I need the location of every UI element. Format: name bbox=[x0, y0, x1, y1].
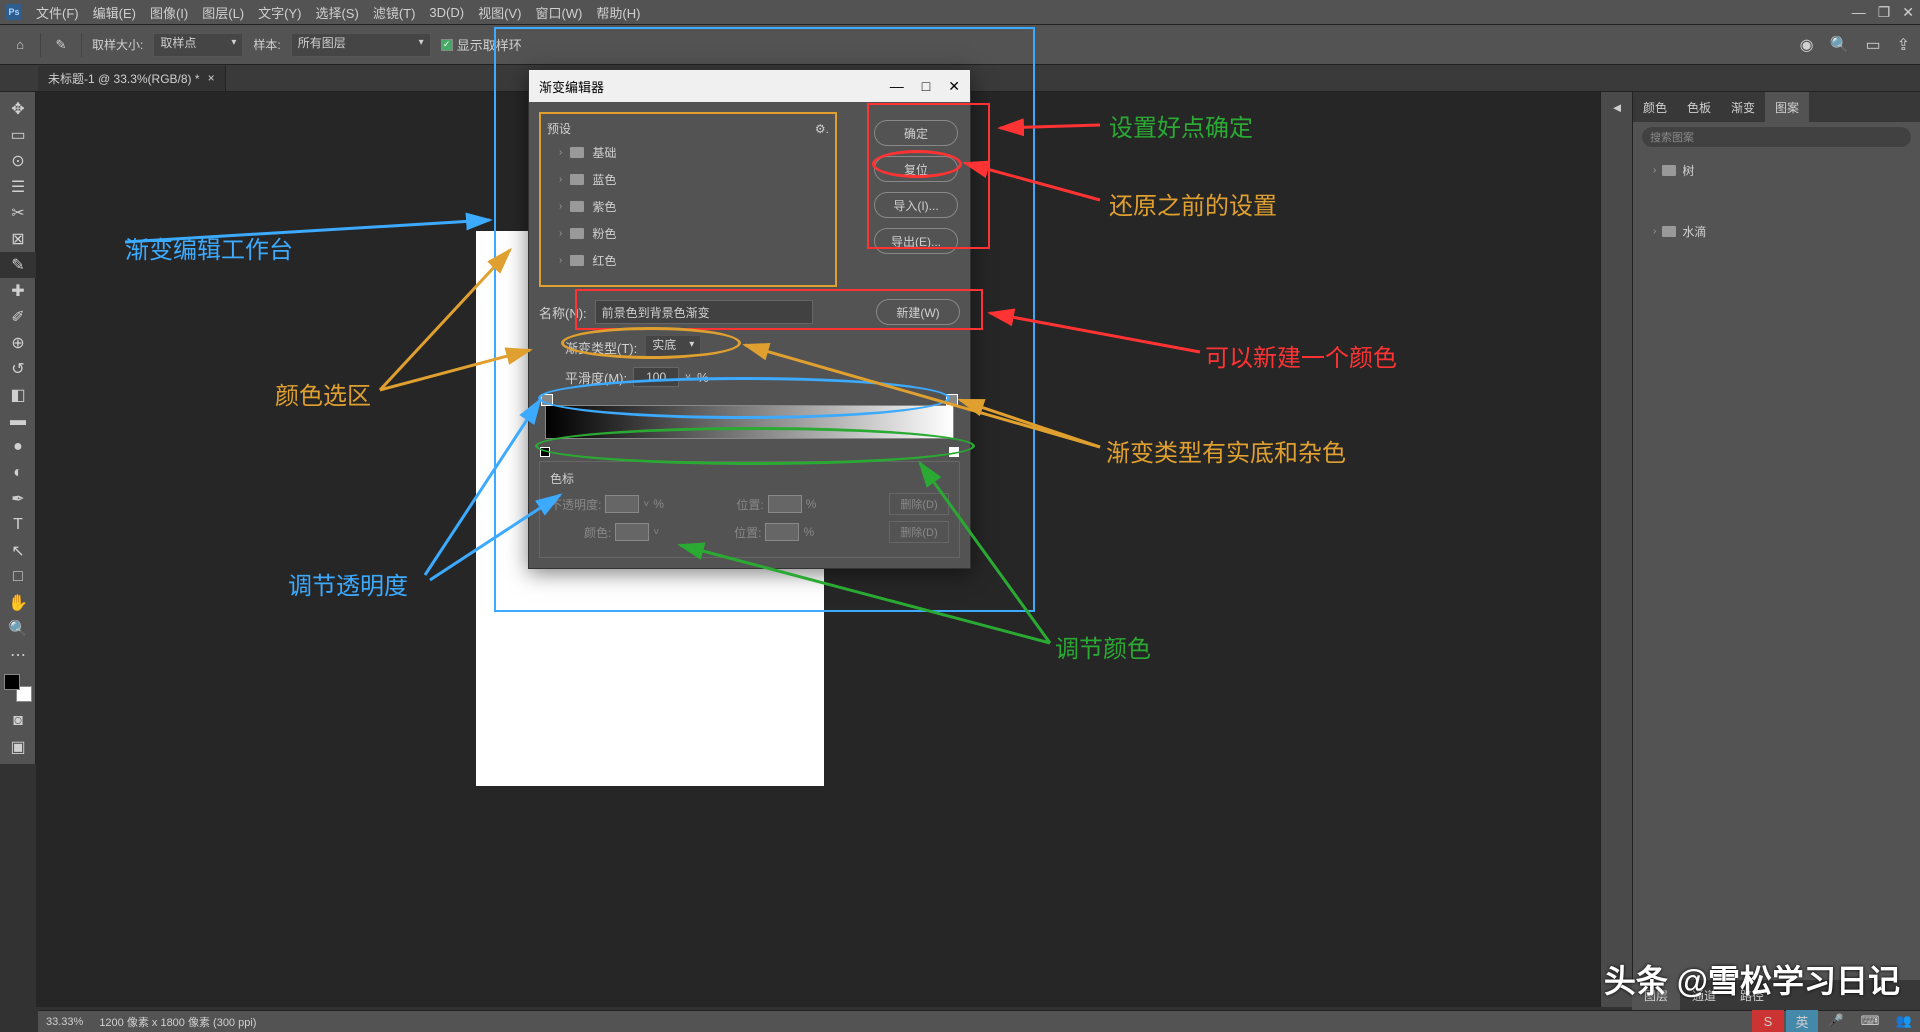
tab-gradients[interactable]: 渐变 bbox=[1721, 92, 1765, 122]
close-icon[interactable]: ✕ bbox=[1902, 4, 1914, 21]
doc-info: 1200 像素 x 1800 像素 (300 ppi) bbox=[99, 1014, 256, 1030]
tab-swatches[interactable]: 色板 bbox=[1677, 92, 1721, 122]
crop-tool-icon[interactable]: ✂ bbox=[0, 200, 36, 226]
menu-window[interactable]: 窗口(W) bbox=[535, 3, 582, 22]
stamp-tool-icon[interactable]: ⊕ bbox=[0, 330, 36, 356]
frame-tool-icon[interactable]: ⊠ bbox=[0, 226, 36, 252]
heal-tool-icon[interactable]: ✚ bbox=[0, 278, 36, 304]
dodge-tool-icon[interactable]: ◐ bbox=[0, 460, 36, 486]
sample-label: 样本: bbox=[253, 36, 280, 53]
menu-help[interactable]: 帮助(H) bbox=[596, 3, 640, 22]
more-tools-icon[interactable]: ⋯ bbox=[0, 642, 36, 668]
tab-color[interactable]: 颜色 bbox=[1633, 92, 1677, 122]
annotation-ellipse bbox=[538, 377, 950, 419]
menu-select[interactable]: 选择(S) bbox=[315, 3, 358, 22]
divider bbox=[81, 33, 82, 57]
folder-icon bbox=[1662, 165, 1676, 176]
lasso-tool-icon[interactable]: ⊙ bbox=[0, 148, 36, 174]
toolbar: ✥ ▭ ⊙ ☰ ✂ ⊠ ✎ ✚ ✐ ⊕ ↺ ◧ ▬ ● ◐ ✒ T ↖ □ ✋ … bbox=[0, 92, 36, 764]
path-tool-icon[interactable]: ↖ bbox=[0, 538, 36, 564]
cloud-icon[interactable]: ◉ bbox=[1800, 35, 1814, 55]
shape-tool-icon[interactable]: □ bbox=[0, 564, 36, 590]
text-tool-icon[interactable]: T bbox=[0, 512, 36, 538]
pen-tool-icon[interactable]: ✒ bbox=[0, 486, 36, 512]
annotation-ellipse bbox=[561, 327, 741, 359]
screenmode-icon[interactable]: ▣ bbox=[0, 734, 36, 760]
people-icon[interactable]: 👥 bbox=[1888, 1010, 1920, 1032]
pattern-tree: ›树 ›水滴 bbox=[1633, 152, 1920, 250]
menubar: Ps 文件(F) 编辑(E) 图像(I) 图层(L) 文字(Y) 选择(S) 滤… bbox=[0, 0, 1920, 25]
zoom-tool-icon[interactable]: 🔍 bbox=[0, 616, 36, 642]
quickmask-icon[interactable]: ◙ bbox=[0, 708, 36, 734]
eraser-tool-icon[interactable]: ◧ bbox=[0, 382, 36, 408]
ime-icon[interactable]: 英 bbox=[1786, 1010, 1818, 1032]
ps-logo-icon: Ps bbox=[6, 4, 22, 20]
workspace-icon[interactable]: ▭ bbox=[1865, 35, 1880, 55]
annotation-box bbox=[575, 289, 983, 330]
search-input[interactable]: 搜索图案 bbox=[1641, 126, 1912, 148]
move-tool-icon[interactable]: ✥ bbox=[0, 96, 36, 122]
tab-title: 未标题-1 @ 33.3%(RGB/8) * bbox=[48, 70, 200, 87]
watermark: 头条 @雪松学习日记 bbox=[1604, 956, 1900, 1002]
show-ring-checkbox[interactable]: ✓ bbox=[441, 39, 453, 51]
home-icon[interactable]: ⌂ bbox=[10, 35, 30, 55]
menu-layer[interactable]: 图层(L) bbox=[202, 3, 244, 22]
color-swatch[interactable] bbox=[4, 674, 32, 702]
chevron-right-icon: › bbox=[1653, 226, 1656, 237]
eyedropper-icon[interactable]: ✎ bbox=[51, 35, 71, 55]
annotation-ellipse bbox=[872, 150, 962, 178]
menu-image[interactable]: 图像(I) bbox=[150, 3, 188, 22]
chevron-right-icon: › bbox=[1653, 165, 1656, 176]
sample-select[interactable]: 所有图层 bbox=[291, 33, 431, 57]
tree-item-trees[interactable]: ›树 bbox=[1637, 158, 1916, 183]
tree-item-water[interactable]: ›水滴 bbox=[1637, 219, 1916, 244]
sample-size-select[interactable]: 取样点 bbox=[153, 33, 243, 57]
eyedropper-tool-icon[interactable]: ✎ bbox=[0, 252, 36, 278]
keyboard-icon[interactable]: ⌨ bbox=[1854, 1010, 1886, 1032]
mic-icon[interactable]: 🎤 bbox=[1820, 1010, 1852, 1032]
document-tab[interactable]: 未标题-1 @ 33.3%(RGB/8) * × bbox=[38, 66, 226, 91]
wand-tool-icon[interactable]: ☰ bbox=[0, 174, 36, 200]
tab-patterns[interactable]: 图案 bbox=[1765, 92, 1809, 122]
statusbar: 33.33% 1200 像素 x 1800 像素 (300 ppi) bbox=[38, 1010, 1920, 1032]
brush-tool-icon[interactable]: ✐ bbox=[0, 304, 36, 330]
tab-close-icon[interactable]: × bbox=[208, 71, 215, 85]
search-icon[interactable]: 🔍 bbox=[1830, 35, 1850, 55]
blur-tool-icon[interactable]: ● bbox=[0, 434, 36, 460]
gradient-tool-icon[interactable]: ▬ bbox=[0, 408, 36, 434]
zoom-level[interactable]: 33.33% bbox=[46, 1016, 83, 1028]
menu-edit[interactable]: 编辑(E) bbox=[93, 3, 136, 22]
divider bbox=[40, 33, 41, 57]
marquee-tool-icon[interactable]: ▭ bbox=[0, 122, 36, 148]
annotation-ellipse bbox=[535, 427, 975, 465]
menu-filter[interactable]: 滤镜(T) bbox=[373, 3, 416, 22]
hand-tool-icon[interactable]: ✋ bbox=[0, 590, 36, 616]
menu-3d[interactable]: 3D(D) bbox=[429, 5, 464, 20]
share-icon[interactable]: ⇪ bbox=[1897, 35, 1910, 55]
minimize-icon[interactable]: — bbox=[1852, 4, 1866, 21]
taskbar: S 英 🎤 ⌨ 👥 bbox=[1752, 1010, 1920, 1032]
sample-size-label: 取样大小: bbox=[92, 36, 143, 53]
folder-icon bbox=[1662, 226, 1676, 237]
panel-toggle-icon[interactable]: ◄ bbox=[1601, 92, 1633, 122]
history-brush-icon[interactable]: ↺ bbox=[0, 356, 36, 382]
menu-text[interactable]: 文字(Y) bbox=[258, 3, 301, 22]
menu-file[interactable]: 文件(F) bbox=[36, 3, 79, 22]
menu-view[interactable]: 视图(V) bbox=[478, 3, 521, 22]
maximize-icon[interactable]: ❐ bbox=[1878, 4, 1891, 21]
right-panel: ◄ 颜色 色板 渐变 图案 搜索图案 ›树 ›水滴 bbox=[1600, 92, 1920, 1007]
sogou-icon[interactable]: S bbox=[1752, 1010, 1784, 1032]
